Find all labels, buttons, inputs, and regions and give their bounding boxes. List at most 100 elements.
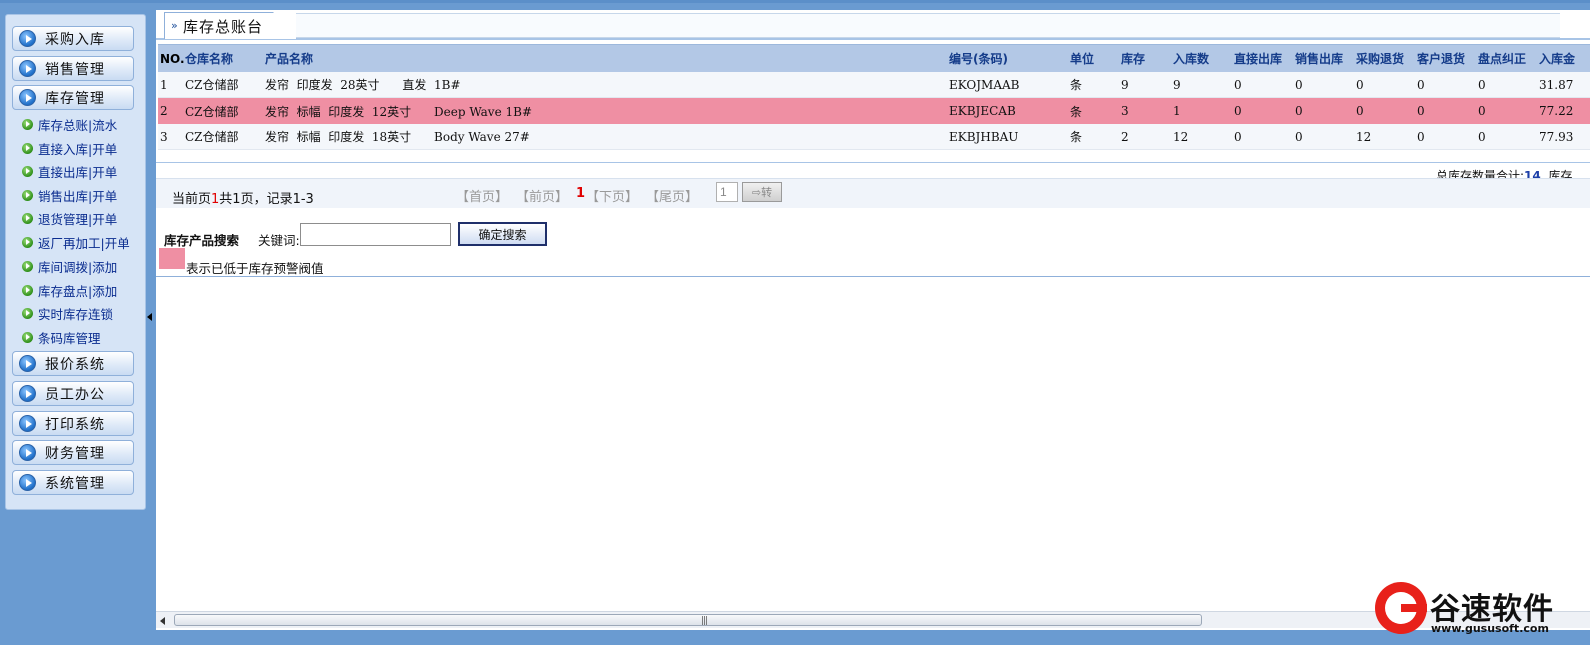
arrow-bullet-icon: [22, 165, 33, 177]
col-header[interactable]: 采购退货: [1356, 45, 1404, 72]
cell-code: EKBJECAB: [949, 104, 1016, 118]
legend-text: 表示已低于库存预警阀值: [186, 261, 324, 276]
sidebar-item-label: 条码库管理: [38, 330, 101, 346]
arrow-bullet-icon: [22, 331, 33, 343]
cell-code: EKBJHBAU: [949, 129, 1019, 144]
page-jump-input[interactable]: [716, 182, 738, 202]
menu-label: 系统管理: [45, 475, 105, 492]
col-header[interactable]: 客户退货: [1417, 45, 1465, 72]
col-header[interactable]: 单位: [1070, 45, 1094, 72]
cell-unit: 条: [1070, 104, 1083, 119]
sidebar-item-barcode[interactable]: 条码库管理: [22, 328, 101, 346]
cell-inbound: 12: [1173, 129, 1189, 144]
sidebar-item-realtime-chain[interactable]: 实时库存连锁: [22, 304, 113, 322]
sidebar-item-returns[interactable]: 退货管理|开单: [22, 209, 117, 227]
prev-page-link[interactable]: 【前页】: [516, 186, 568, 205]
cell-inbound: 9: [1173, 77, 1181, 92]
next-page-link[interactable]: 【下页】: [586, 186, 638, 205]
search-button[interactable]: 确定搜索: [458, 222, 547, 246]
menu-quotation[interactable]: 报价系统: [12, 351, 134, 376]
cell-direct-out: 0: [1234, 104, 1242, 118]
first-page-link[interactable]: 【首页】: [456, 186, 508, 205]
page-number-link[interactable]: 1: [576, 186, 585, 201]
cell-no: 1: [160, 77, 168, 92]
cell-product[interactable]: 发帘 标幅 印度发 12英寸 Deep Wave 1B#: [265, 98, 532, 124]
cell-inbound: 1: [1173, 104, 1181, 118]
play-icon: [19, 444, 36, 461]
cell-sale-out: 0: [1295, 104, 1303, 118]
play-icon: [19, 355, 36, 372]
menu-sales-management[interactable]: 销售管理: [12, 56, 134, 81]
sidebar-item-label: 库间调拨|添加: [38, 259, 118, 275]
col-header[interactable]: 编号(条码): [949, 45, 1008, 72]
arrow-bullet-icon: [22, 189, 33, 201]
cell-product[interactable]: 发帘 印度发 28英寸 直发 1B#: [265, 72, 461, 97]
cell-adjust: 0: [1478, 104, 1486, 118]
sidebar-item-label: 实时库存连锁: [38, 306, 114, 322]
cell-unit: 条: [1070, 130, 1083, 144]
col-header[interactable]: 库存: [1121, 45, 1145, 72]
cell-amount: 77.93: [1539, 129, 1574, 144]
current-page-info: 当前页1共1页，记录1-3: [172, 188, 314, 207]
table-row-alert[interactable]: 2 CZ仓储部 发帘 标幅 印度发 12英寸 Deep Wave 1B# EKB…: [158, 98, 1590, 124]
sidebar-item-stocktake[interactable]: 库存盘点|添加: [22, 281, 117, 299]
col-header[interactable]: 仓库名称: [185, 45, 233, 72]
play-icon: [19, 415, 36, 432]
sidebar-item-sales-outbound[interactable]: 销售出库|开单: [22, 186, 117, 204]
sidebar-item-reprocess[interactable]: 返厂再加工|开单: [22, 233, 130, 251]
menu-print-system[interactable]: 打印系统: [12, 411, 134, 436]
table-row[interactable]: 1 CZ仓储部 发帘 印度发 28英寸 直发 1B# EKOJMAAB 条 9 …: [158, 72, 1590, 98]
col-header[interactable]: 盘点纠正: [1478, 45, 1526, 72]
menu-system-settings[interactable]: 系统管理: [12, 470, 134, 495]
cell-purchase-return: 0: [1356, 77, 1364, 92]
menu-inventory-management[interactable]: 库存管理: [12, 85, 134, 110]
menu-label: 报价系统: [45, 356, 105, 373]
double-chevron-icon: »: [171, 19, 178, 32]
sidebar-item-label: 返厂再加工|开单: [38, 235, 130, 251]
table-row[interactable]: 3 CZ仓储部 发帘 标幅 印度发 18英寸 Body Wave 27# EKB…: [158, 124, 1590, 150]
collapse-left-icon[interactable]: [147, 313, 152, 321]
arrow-bullet-icon: [22, 212, 33, 224]
cell-purchase-return: 0: [1356, 104, 1364, 118]
cell-amount: 31.87: [1539, 77, 1574, 92]
menu-purchase-inbound[interactable]: 采购入库: [12, 26, 134, 51]
col-header[interactable]: 入库金: [1539, 45, 1575, 72]
keyword-label: 关键词:: [258, 233, 300, 248]
cell-no: 3: [160, 129, 168, 144]
menu-label: 财务管理: [45, 445, 105, 462]
keyword-input[interactable]: [300, 223, 451, 246]
arrow-bullet-icon: [22, 284, 33, 296]
cell-adjust: 0: [1478, 77, 1486, 92]
col-header[interactable]: 入库数: [1173, 45, 1209, 72]
divider: [156, 276, 1590, 277]
sidebar-item-transfer[interactable]: 库间调拨|添加: [22, 257, 117, 275]
menu-finance[interactable]: 财务管理: [12, 440, 134, 465]
scrollbar-thumb[interactable]: |||: [174, 614, 1202, 626]
cell-customer-return: 0: [1417, 104, 1425, 118]
sidebar-item-label: 直接入库|开单: [38, 141, 118, 157]
arrow-bullet-icon: [22, 118, 33, 130]
scroll-left-icon[interactable]: [160, 617, 165, 625]
sidebar-item-direct-outbound[interactable]: 直接出库|开单: [22, 162, 117, 180]
cell-product[interactable]: 发帘 标幅 印度发 18英寸 Body Wave 27#: [265, 124, 530, 149]
grip-icon: |||: [701, 616, 708, 626]
col-header[interactable]: 产品名称: [265, 45, 313, 72]
col-header[interactable]: 销售出库: [1295, 45, 1343, 72]
page-title-tab: » 库存总账台: [164, 12, 297, 39]
main-panel: » 库存总账台 NO. 仓库名称 产品名称 编号(条码) 单位 库存 入库数 直…: [156, 10, 1590, 630]
col-header[interactable]: NO.: [160, 45, 185, 72]
menu-label: 员工办公: [45, 386, 105, 403]
pagination: 当前页1共1页，记录1-3 【首页】 【前页】 1 【下页】 【尾页】 ⇨转: [156, 178, 1590, 208]
arrow-bullet-icon: [22, 260, 33, 272]
product-search: 库存产品搜索 关键词: 确定搜索: [164, 222, 764, 248]
page-jump-button[interactable]: ⇨转: [742, 182, 782, 202]
play-icon: [19, 89, 36, 106]
sidebar-item-inventory-ledger[interactable]: 库存总账|流水: [22, 115, 117, 133]
sidebar: 采购入库 销售管理 库存管理 库存总账|流水 直接入库|开单 直接出库|开单 销…: [5, 14, 146, 510]
menu-staff-office[interactable]: 员工办公: [12, 381, 134, 406]
col-header[interactable]: 直接出库: [1234, 45, 1282, 72]
last-page-link[interactable]: 【尾页】: [646, 186, 698, 205]
cell-purchase-return: 12: [1356, 129, 1372, 144]
play-icon: [19, 385, 36, 402]
sidebar-item-direct-inbound[interactable]: 直接入库|开单: [22, 139, 117, 157]
